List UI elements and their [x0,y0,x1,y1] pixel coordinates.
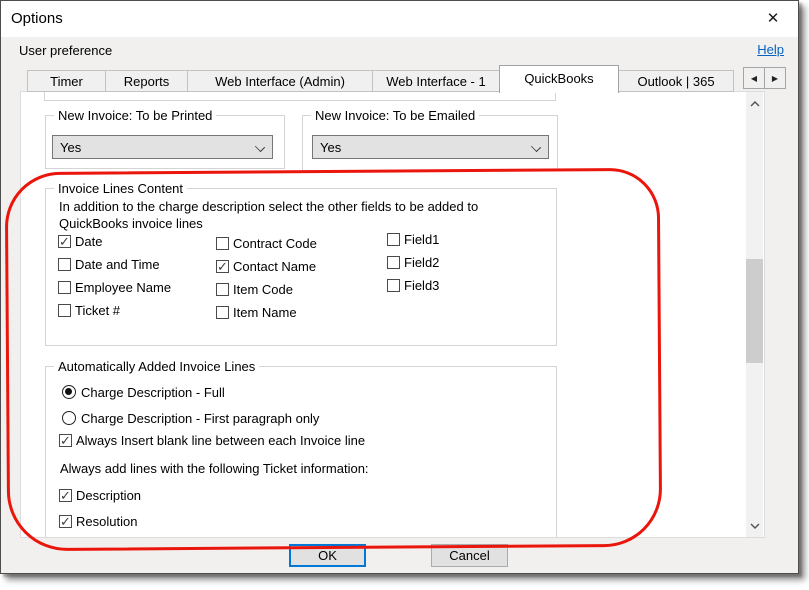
unchecked-checkbox-icon[interactable] [387,233,400,246]
checkbox-column-1: Date Date and Time Employee Name Ticket # [58,235,171,327]
unchecked-checkbox-icon[interactable] [58,258,71,271]
ticket-info-checkboxes: Description Resolution [59,489,141,538]
vertical-scrollbar[interactable] [746,92,763,537]
printed-groupbox-title: New Invoice: To be Printed [54,108,216,123]
title-bar: Options ✕ [1,1,798,37]
unchecked-checkbox-icon[interactable] [216,306,229,319]
close-icon[interactable]: ✕ [759,5,787,31]
checkbox-label: Date [75,234,102,249]
checkbox-label: Ticket # [75,303,120,318]
invoice-lines-groupbox: Invoice Lines Content In addition to the… [45,188,557,346]
tab-web-interface-admin[interactable]: Web Interface (Admin) [187,70,373,92]
unchecked-checkbox-icon[interactable] [387,256,400,269]
checkbox-item-code[interactable]: Item Code [216,283,317,296]
checkbox-field1[interactable]: Field1 [387,233,439,246]
instruction-line-2: QuickBooks invoice lines [59,216,203,231]
ok-button[interactable]: OK [289,544,366,567]
ticket-info-label: Always add lines with the following Tick… [60,461,369,476]
radio-charge-description-first-paragraph-only[interactable]: Charge Description - First paragraph onl… [62,411,319,425]
emailed-dropdown[interactable]: Yes [312,135,549,159]
help-link[interactable]: Help [757,42,784,57]
chevron-down-icon [531,142,541,152]
checkbox-contact-name[interactable]: Contact Name [216,260,317,273]
checkbox-label: Field3 [404,278,439,293]
checkbox-label: Field2 [404,255,439,270]
tab-strip: TimerReportsWeb Interface (Admin)Web Int… [27,65,734,92]
unchecked-checkbox-icon[interactable] [216,237,229,250]
printed-dropdown[interactable]: Yes [52,135,273,159]
emailed-groupbox-title: New Invoice: To be Emailed [311,108,479,123]
radio-charge-description-full[interactable]: Charge Description - Full [62,385,319,399]
printed-dropdown-value: Yes [53,140,81,155]
checkbox-column-2: Contract Code Contact Name Item Code Item N… [216,237,317,329]
printed-groupbox: New Invoice: To be Printed Yes [45,115,285,169]
checkbox-label: Contract Code [233,236,317,251]
checked-checkbox-icon[interactable] [59,434,72,447]
tab-timer[interactable]: Timer [27,70,106,92]
unchecked-checkbox-icon[interactable] [58,304,71,317]
scroll-up-icon[interactable] [746,95,763,112]
checkbox-label: Always Insert blank line between each In… [76,433,365,448]
checkbox-date-and-time[interactable]: Date and Time [58,258,171,271]
checkbox-label: Employee Name [75,280,171,295]
cancel-button[interactable]: Cancel [431,544,508,567]
unchecked-checkbox-icon[interactable] [58,281,71,294]
unselected-radio-icon[interactable] [62,411,76,425]
checkbox-label: Contact Name [233,259,316,274]
checkbox-field3[interactable]: Field3 [387,279,439,292]
invoice-lines-title: Invoice Lines Content [54,181,187,196]
checkbox-resolution[interactable]: Resolution [59,515,141,528]
window-title: Options [11,10,63,27]
tab-scroll-right-icon[interactable]: ▶ [764,67,786,89]
clipped-groupbox-above [44,91,556,101]
checked-checkbox-icon[interactable] [59,515,72,528]
emailed-groupbox: New Invoice: To be Emailed Yes [302,115,558,171]
checkbox-date[interactable]: Date [58,235,171,248]
checkbox-employee-name[interactable]: Employee Name [58,281,171,294]
checkbox-description[interactable]: Description [59,489,141,502]
user-preference-label: User preference [19,43,112,58]
tab-scroll-left-icon[interactable]: ◀ [743,67,765,89]
tab-outlook-365[interactable]: Outlook | 365 [618,70,734,92]
unchecked-checkbox-icon[interactable] [216,283,229,296]
emailed-dropdown-value: Yes [313,140,341,155]
checkbox-always-insert-blank-line-between-each-invoice-line[interactable]: Always Insert blank line between each In… [59,434,365,447]
checkbox-item-name[interactable]: Item Name [216,306,317,319]
auto-lines-groupbox: Automatically Added Invoice Lines Charge… [45,366,557,538]
blank-line-checkbox-holder: Always Insert blank line between each In… [59,434,365,457]
checkbox-ticket[interactable]: Ticket # [58,304,171,317]
options-dialog: Options ✕ User preference Help TimerRepo… [0,0,799,574]
checkbox-column-3: Field1 Field2 Field3 [387,233,439,302]
checkbox-contract-code[interactable]: Contract Code [216,237,317,250]
radio-label: Charge Description - First paragraph onl… [81,411,319,426]
unchecked-checkbox-icon[interactable] [387,279,400,292]
charge-description-radio-group: Charge Description - Full Charge Descript… [62,385,319,437]
auto-lines-title: Automatically Added Invoice Lines [54,359,259,374]
checkbox-label: Date and Time [75,257,160,272]
checked-checkbox-icon[interactable] [58,235,71,248]
checkbox-label: Item Code [233,282,293,297]
instruction-line-1: In addition to the charge description se… [59,199,478,214]
checked-checkbox-icon[interactable] [59,489,72,502]
checkbox-label: Resolution [76,514,137,529]
checkbox-label: Field1 [404,232,439,247]
radio-label: Charge Description - Full [81,385,225,400]
checkbox-label: Description [76,488,141,503]
selected-radio-icon[interactable] [62,385,76,399]
quickbooks-tab-page: New Invoice: To be Printed Yes New Invoi… [20,91,765,538]
tab-web-interface-1[interactable]: Web Interface - 1 [372,70,500,92]
checkbox-field2[interactable]: Field2 [387,256,439,269]
tab-reports[interactable]: Reports [105,70,188,92]
scroll-down-icon[interactable] [746,517,763,534]
tab-quickbooks[interactable]: QuickBooks [499,65,619,93]
scrollbar-thumb[interactable] [746,259,763,363]
chevron-down-icon [255,142,265,152]
checked-checkbox-icon[interactable] [216,260,229,273]
checkbox-label: Item Name [233,305,297,320]
